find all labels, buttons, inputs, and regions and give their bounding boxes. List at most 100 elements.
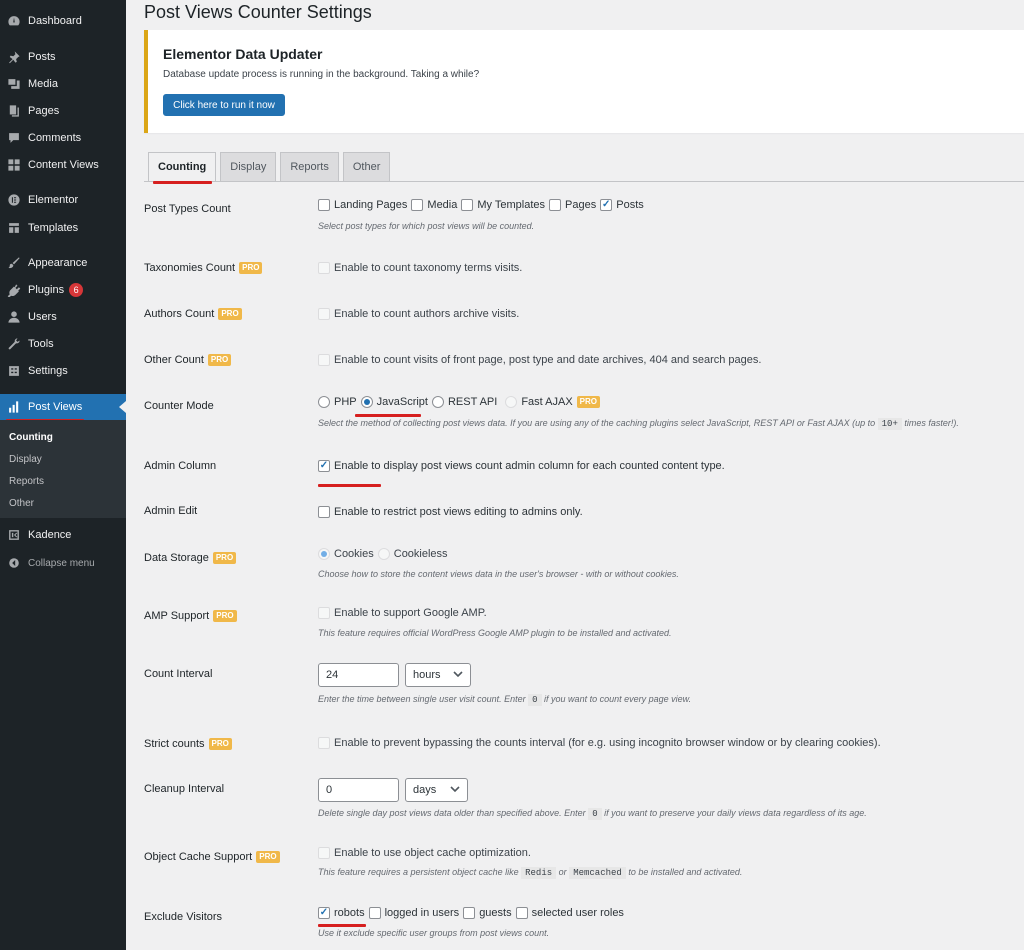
checkbox[interactable] <box>318 506 330 518</box>
sidebar-item-media[interactable]: Media <box>0 71 126 97</box>
option-label: Pages <box>565 199 597 211</box>
checkbox[interactable] <box>463 907 476 919</box>
post-type-media[interactable]: Media <box>411 199 457 211</box>
radio-checked[interactable] <box>360 396 373 408</box>
post-types-options: Landing Pages Media My Templates Pages P… <box>318 199 648 211</box>
sidebar-item-label: Tools <box>28 338 54 350</box>
sidebar-item-label: Media <box>28 78 58 90</box>
checkbox-disabled[interactable] <box>318 354 330 366</box>
checkbox[interactable] <box>549 199 562 211</box>
checkbox[interactable] <box>515 907 528 919</box>
counter-mode-php[interactable]: PHP <box>318 396 357 408</box>
submenu-item-other[interactable]: Other <box>9 498 34 509</box>
admin-column-label: Admin Column <box>144 460 217 472</box>
sidebar-item-plugins[interactable]: Plugins 6 <box>0 277 126 303</box>
tab-display[interactable]: Display <box>220 152 277 181</box>
checkbox-disabled[interactable] <box>318 262 330 274</box>
radio[interactable] <box>318 396 330 408</box>
option-label: Cookies <box>334 548 374 560</box>
tab-other[interactable]: Other <box>342 152 391 181</box>
plugins-update-badge: 6 <box>69 283 84 297</box>
checkbox[interactable] <box>318 199 330 211</box>
authors-count-field: Enable to count authors archive visits. <box>318 308 519 320</box>
desc-text: if you want to count every page view. <box>544 694 692 704</box>
radio-disabled[interactable] <box>377 548 390 560</box>
checkbox[interactable] <box>411 199 424 211</box>
collapse-menu-button[interactable]: Collapse menu <box>0 554 126 572</box>
desc-text: Delete single day post views data older … <box>318 808 586 818</box>
label-text: AMP Support <box>144 610 210 622</box>
code-snippet: Redis <box>521 867 557 879</box>
brush-icon <box>0 256 28 270</box>
sidebar-item-users[interactable]: Users <box>0 304 126 330</box>
count-interval-description: Enter the time between single user visit… <box>318 694 692 706</box>
post-type-landing-pages[interactable]: Landing Pages <box>318 199 407 211</box>
post-types-description: Select post types for which post views w… <box>318 221 535 231</box>
exclude-logged-in-users[interactable]: logged in users <box>368 907 460 919</box>
checkbox-checked[interactable] <box>318 907 330 919</box>
sidebar-item-pages[interactable]: Pages <box>0 98 126 124</box>
counter-mode-javascript[interactable]: JavaScript <box>360 396 428 408</box>
post-type-my-templates[interactable]: My Templates <box>461 199 545 211</box>
code-snippet: 10+ <box>877 418 902 430</box>
select-value: days <box>413 784 437 796</box>
sidebar-item-posts[interactable]: Posts <box>0 44 126 70</box>
counter-mode-description: Select the method of collecting post vie… <box>318 418 959 430</box>
sidebar-item-label: Dashboard <box>28 15 82 27</box>
option-label: logged in users <box>384 907 460 919</box>
templates-icon <box>0 221 28 235</box>
tab-reports[interactable]: Reports <box>280 152 339 181</box>
cleanup-interval-input[interactable]: 0 <box>318 778 399 802</box>
checkbox-disabled[interactable] <box>318 737 330 749</box>
sidebar-item-appearance[interactable]: Appearance <box>0 250 126 276</box>
tab-counting[interactable]: Counting <box>148 152 217 181</box>
checkbox-checked[interactable] <box>600 199 613 211</box>
checkbox[interactable] <box>461 199 474 211</box>
sidebar-item-label: Templates <box>28 222 79 234</box>
amp-support-description: This feature requires official WordPress… <box>318 628 672 638</box>
sidebar-item-content-views[interactable]: Content Views <box>0 152 126 178</box>
checkbox-disabled[interactable] <box>318 847 330 859</box>
sidebar-item-settings[interactable]: Settings <box>0 358 126 384</box>
chevron-down-icon <box>450 784 460 797</box>
pro-badge: PRO <box>239 262 263 274</box>
counter-mode-rest-api[interactable]: REST API <box>431 396 497 408</box>
desc-text: This feature requires a persistent objec… <box>318 867 519 877</box>
radio[interactable] <box>431 396 444 408</box>
radio-disabled[interactable] <box>505 396 518 408</box>
exclude-selected-user-roles[interactable]: selected user roles <box>515 907 624 919</box>
count-interval-input[interactable]: 24 <box>318 663 399 687</box>
sidebar-item-dashboard[interactable]: Dashboard <box>0 8 126 34</box>
amp-support-field: Enable to support Google AMP. <box>318 607 487 619</box>
exclude-robots[interactable]: robots <box>318 907 365 919</box>
checkbox-disabled[interactable] <box>318 308 330 320</box>
data-storage-cookieless[interactable]: Cookieless <box>377 548 448 560</box>
post-type-pages[interactable]: Pages <box>549 199 596 211</box>
cleanup-interval-unit-select[interactable]: days <box>405 778 468 802</box>
notice-text: Database update process is running in th… <box>163 69 480 80</box>
checkbox-disabled[interactable] <box>318 607 330 619</box>
sidebar-item-elementor[interactable]: Elementor <box>0 187 126 213</box>
data-storage-cookies[interactable]: Cookies <box>318 548 374 560</box>
bar-chart-icon <box>0 400 28 414</box>
exclude-guests[interactable]: guests <box>463 907 512 919</box>
sidebar-item-tools[interactable]: Tools <box>0 331 126 357</box>
checkbox-checked[interactable] <box>318 460 330 472</box>
count-interval-unit-select[interactable]: hours <box>405 663 471 687</box>
sidebar-item-templates[interactable]: Templates <box>0 215 126 241</box>
page-title: Post Views Counter Settings <box>144 2 372 22</box>
sidebar-item-kadence[interactable]: Kadence <box>0 522 126 548</box>
counter-mode-fast-ajax[interactable]: Fast AJAX PRO <box>505 396 601 408</box>
comments-icon <box>0 131 28 145</box>
submenu-item-display[interactable]: Display <box>9 454 42 465</box>
submenu-item-counting[interactable]: Counting <box>9 432 53 443</box>
sidebar-item-post-views[interactable]: Post Views <box>0 394 126 420</box>
submenu-item-reports[interactable]: Reports <box>9 476 44 487</box>
radio-disabled-checked[interactable] <box>318 548 330 560</box>
run-updater-button[interactable]: Click here to run it now <box>163 94 285 116</box>
option-label: Landing Pages <box>334 199 408 211</box>
sidebar-item-comments[interactable]: Comments <box>0 125 126 151</box>
post-type-posts[interactable]: Posts <box>600 199 644 211</box>
checkbox[interactable] <box>368 907 381 919</box>
option-label: Posts <box>616 199 644 211</box>
